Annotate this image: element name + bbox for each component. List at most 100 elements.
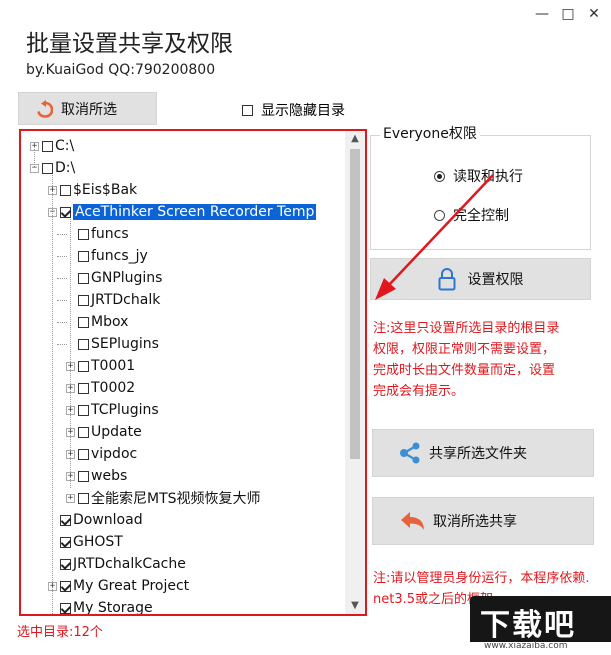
- permission-note: 注:这里只设置所选目录的根目录 权限，权限正常则不需要设置， 完成时长由文件数量…: [373, 321, 560, 399]
- expand-icon[interactable]: +: [48, 581, 57, 591]
- deselect-label: 取消所选: [61, 101, 117, 118]
- tree-item[interactable]: GHOST: [60, 532, 123, 552]
- tree-item[interactable]: SEPlugins: [78, 334, 159, 354]
- expand-icon[interactable]: +: [66, 471, 75, 481]
- tree-item[interactable]: funcs: [78, 224, 129, 244]
- show-hidden-checkbox[interactable]: [242, 104, 253, 116]
- deselect-button[interactable]: 取消所选: [18, 92, 157, 125]
- scroll-up-icon[interactable]: ▲: [345, 131, 365, 147]
- expand-icon[interactable]: +: [66, 427, 75, 437]
- expand-icon[interactable]: +: [66, 405, 75, 415]
- unshare-button[interactable]: 取消所选共享: [372, 497, 594, 545]
- radio-read-execute-dot[interactable]: [434, 170, 445, 182]
- show-hidden-toggle[interactable]: 显示隐藏目录: [242, 100, 345, 120]
- tree-item-checkbox[interactable]: [78, 470, 89, 482]
- tree-item[interactable]: JRTDchalkCache: [60, 554, 186, 574]
- tree-item-checkbox[interactable]: [78, 360, 89, 372]
- minimize-button[interactable]: —: [530, 6, 554, 22]
- selected-count: 选中目录:12个: [17, 625, 103, 640]
- tree-item-checkbox[interactable]: [78, 338, 89, 350]
- tree-item-label: SEPlugins: [91, 336, 159, 352]
- tree-item[interactable]: + C:\: [30, 136, 74, 156]
- tree-item[interactable]: + vipdoc: [66, 444, 137, 464]
- tree-item-checkbox[interactable]: [42, 140, 53, 152]
- radio-read-execute-label: 读取和执行: [453, 169, 523, 185]
- tree-item-checkbox[interactable]: [60, 558, 71, 570]
- tree-item-label: AceThinker Screen Recorder Temp: [73, 204, 317, 220]
- tree-item-checkbox[interactable]: [78, 492, 89, 504]
- tree-item[interactable]: + My Great Project: [48, 576, 189, 596]
- close-button[interactable]: ✕: [582, 6, 606, 22]
- tree-item-checkbox[interactable]: [78, 404, 89, 416]
- radio-full-control-dot[interactable]: [434, 209, 445, 221]
- tree-item-label: Download: [73, 512, 143, 528]
- tree-item-checkbox[interactable]: [60, 536, 71, 548]
- tree-item-checkbox[interactable]: [78, 272, 89, 284]
- tree-item-checkbox[interactable]: [60, 514, 71, 526]
- tree-item-label: JRTDchalkCache: [73, 556, 186, 572]
- tree-item-checkbox[interactable]: [60, 602, 71, 614]
- tree-scrollbar[interactable]: ▲ ▼: [345, 131, 365, 614]
- tree-item[interactable]: Download: [60, 510, 143, 530]
- tree-item-label: Update: [91, 424, 142, 440]
- tree-item-checkbox[interactable]: [78, 382, 89, 394]
- tree-item-checkbox[interactable]: [78, 294, 89, 306]
- tree-item-label: JRTDchalk: [91, 292, 161, 308]
- show-hidden-label: 显示隐藏目录: [261, 103, 345, 119]
- tree-item-checkbox[interactable]: [78, 250, 89, 262]
- tree-item[interactable]: JRTDchalk: [78, 290, 160, 310]
- expand-icon[interactable]: +: [66, 493, 75, 503]
- tree-item[interactable]: + TCPlugins: [66, 400, 159, 420]
- expand-icon[interactable]: +: [66, 383, 75, 393]
- tree-item[interactable]: + 全能索尼MTS视频恢复大师: [66, 488, 261, 508]
- tree-item-label: webs: [91, 468, 128, 484]
- permissions-group-title: Everyone权限: [380, 123, 480, 143]
- tree-item-label: T0001: [91, 358, 136, 374]
- tree-item-checkbox[interactable]: [78, 228, 89, 240]
- share-icon: [399, 442, 421, 464]
- scroll-down-icon[interactable]: ▼: [345, 598, 365, 614]
- tree-item[interactable]: funcs_jy: [78, 246, 148, 266]
- folder-tree[interactable]: + C:\ − D:\ + $Eis$Bak − AceThinker Screen Reco…: [21, 131, 343, 614]
- tree-item[interactable]: My Storage: [60, 598, 153, 616]
- author-line: by.KuaiGod QQ:790200800: [26, 62, 216, 78]
- tree-item-checkbox[interactable]: [60, 580, 71, 592]
- radio-read-execute[interactable]: 读取和执行: [434, 166, 523, 186]
- tree-item-checkbox[interactable]: [78, 426, 89, 438]
- tree-item[interactable]: + Update: [66, 422, 142, 442]
- tree-item-checkbox[interactable]: [42, 162, 53, 174]
- tree-item-label: TCPlugins: [91, 402, 159, 418]
- tree-item[interactable]: − AceThinker Screen Recorder Temp: [48, 202, 317, 222]
- tree-item-checkbox[interactable]: [78, 448, 89, 460]
- tree-item-checkbox[interactable]: [78, 316, 89, 328]
- tree-item[interactable]: − D:\: [30, 158, 75, 178]
- scroll-thumb[interactable]: [350, 149, 360, 459]
- collapse-icon[interactable]: −: [30, 163, 39, 173]
- expand-icon[interactable]: +: [48, 185, 57, 195]
- tree-item-label: funcs_jy: [91, 248, 148, 264]
- tree-item-label: My Great Project: [73, 578, 190, 594]
- tree-item[interactable]: GNPlugins: [78, 268, 162, 288]
- tree-item-label: My Storage: [73, 600, 153, 616]
- collapse-icon[interactable]: −: [48, 207, 57, 217]
- tree-item[interactable]: + T0002: [66, 378, 135, 398]
- tree-item-label: 全能索尼MTS视频恢复大师: [91, 491, 261, 507]
- tree-item[interactable]: + $Eis$Bak: [48, 180, 137, 200]
- expand-icon[interactable]: +: [30, 141, 39, 151]
- tree-item-checkbox[interactable]: [60, 206, 71, 218]
- undo-icon: [37, 99, 53, 118]
- share-folder-button[interactable]: 共享所选文件夹: [372, 429, 594, 477]
- set-permissions-label: 设置权限: [467, 272, 524, 288]
- tree-item[interactable]: + T0001: [66, 356, 135, 376]
- tree-item[interactable]: Mbox: [78, 312, 128, 332]
- set-permissions-button[interactable]: 设置权限: [370, 258, 591, 300]
- tree-item-checkbox[interactable]: [60, 184, 71, 196]
- radio-full-control[interactable]: 完全控制: [434, 205, 509, 225]
- expand-icon[interactable]: +: [66, 449, 75, 459]
- maximize-button[interactable]: □: [556, 6, 580, 22]
- tree-item-label: T0002: [91, 380, 136, 396]
- radio-full-control-label: 完全控制: [453, 208, 509, 224]
- folder-tree-frame: + C:\ − D:\ + $Eis$Bak − AceThinker Screen Reco…: [19, 129, 367, 616]
- tree-item[interactable]: + webs: [66, 466, 127, 486]
- expand-icon[interactable]: +: [66, 361, 75, 371]
